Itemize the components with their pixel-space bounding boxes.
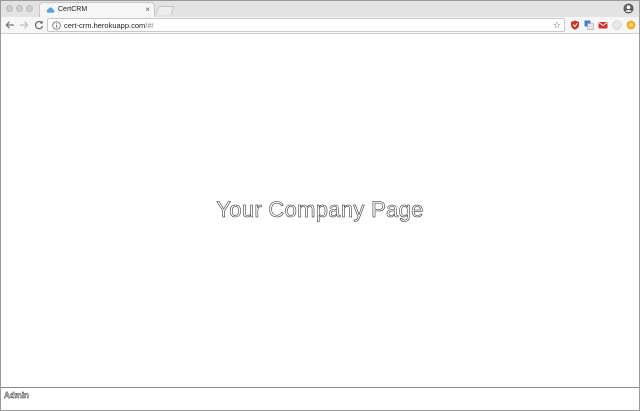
reload-icon[interactable] [33,19,45,31]
circle-extension-icon[interactable] [612,20,622,30]
coin-extension-icon[interactable] [626,20,636,30]
window-maximize-button[interactable] [26,5,33,12]
translate-extension-icon[interactable] [584,20,594,30]
mail-extension-icon[interactable] [598,20,608,30]
info-icon[interactable] [52,21,61,30]
footer-bar: Admin [1,387,639,410]
url-text[interactable]: cert-crm.herokuapp.com/#/ [64,20,154,31]
address-bar[interactable]: cert-crm.herokuapp.com/#/ ☆ [47,18,565,32]
bookmark-star-icon[interactable]: ☆ [553,20,561,31]
window-minimize-button[interactable] [16,5,23,12]
user-label[interactable]: Admin [4,391,29,401]
tab-title: CertCRM [58,6,88,13]
new-tab-button[interactable] [155,6,175,15]
profile-icon[interactable] [623,3,634,14]
tab-close-icon[interactable]: × [145,4,150,15]
browser-tab[interactable]: CertCRM × [39,2,155,17]
page-content: Your Company Page [1,35,639,387]
browser-window: CertCRM × cert-crm.herokuapp.com/#/ ☆ Yo… [0,0,640,411]
browser-toolbar: cert-crm.herokuapp.com/#/ ☆ [1,17,639,34]
page-title: Your Company Page [216,197,424,223]
url-path: /#/ [145,21,154,30]
cloud-icon [46,7,55,13]
shield-extension-icon[interactable] [570,20,580,30]
window-close-button[interactable] [6,5,13,12]
url-host: cert-crm.herokuapp.com [64,21,146,30]
tab-strip: CertCRM × [1,1,639,17]
back-arrow-icon[interactable] [4,19,16,31]
forward-arrow-icon[interactable] [18,19,30,31]
